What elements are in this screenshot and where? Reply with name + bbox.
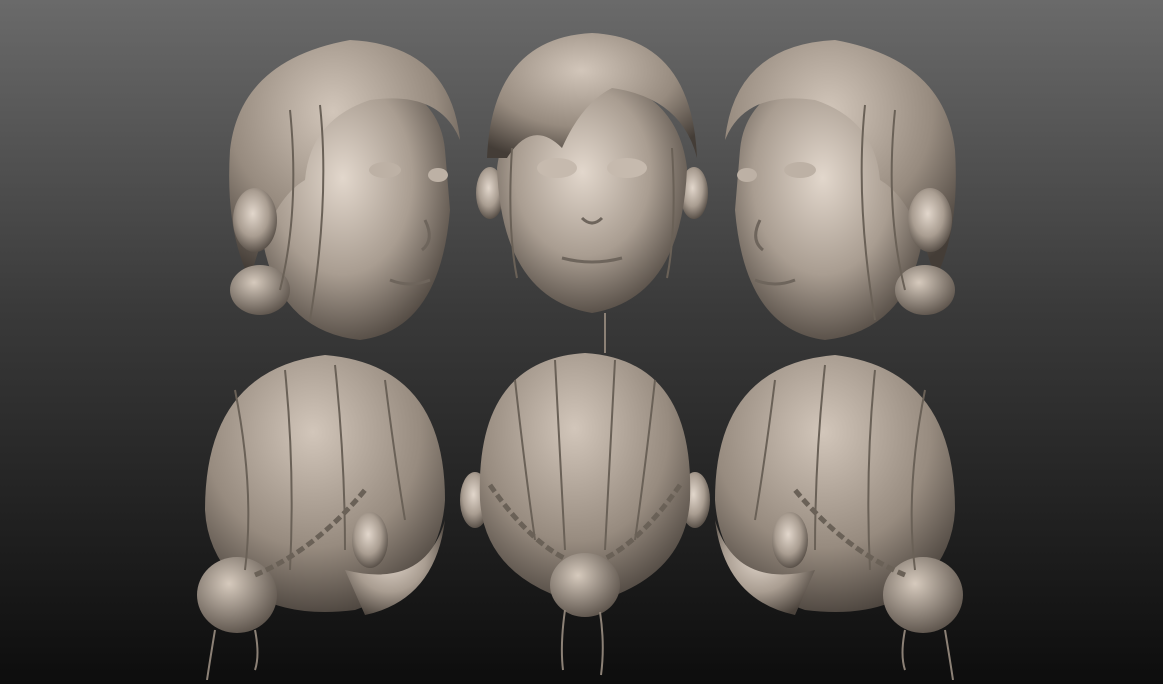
head-view-front [462,28,722,358]
head-view-back [455,350,715,680]
head-view-back-right [705,350,965,680]
sculpt-viewport [0,0,1163,684]
head-view-back-left [195,350,455,680]
head-view-front-left [210,30,470,360]
head-view-front-right [715,30,975,360]
